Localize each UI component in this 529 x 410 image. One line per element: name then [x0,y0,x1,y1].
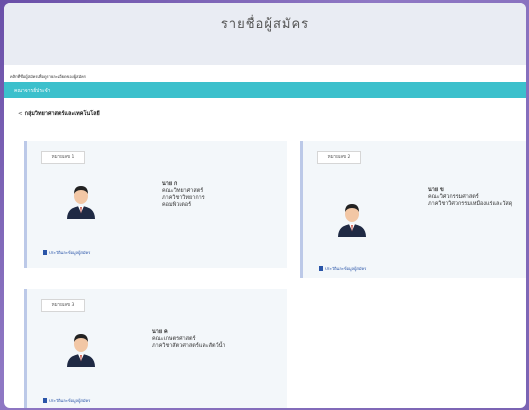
candidate-info: นาย ก คณะวิทยาศาสตร์ ภาควิชาวิทยาการคอมพ… [162,181,282,209]
candidate-name: นาย ก [162,181,178,187]
candidate-detail-link-label: ประวัติและข้อมูลผู้สมัคร [49,398,91,403]
avatar [338,204,366,237]
page-frame: รายชื่อผู้สมัคร คลิกที่ชื่อผู้สมัครเพื่อ… [4,3,526,408]
share-icon: < [18,111,23,117]
candidate-number-badge: หมายเลข 1 [41,151,85,164]
document-icon [43,398,47,403]
document-icon [319,266,323,271]
document-icon [43,250,47,255]
section-bar: คณาจารย์ประจำ [4,82,526,98]
candidate-detail-link[interactable]: ประวัติและข้อมูลผู้สมัคร [319,265,366,272]
candidate-faculty: คณะวิทยาศาสตร์ [162,188,204,194]
candidate-number-badge: หมายเลข 3 [41,299,85,312]
candidate-detail-link[interactable]: ประวัติและข้อมูลผู้สมัคร [43,397,90,404]
candidate-info: นาย ข คณะวิศวกรรมศาสตร์ ภาควิชาวิศวกรรมเ… [428,187,526,208]
group-label: กลุ่มวิทยาศาสตร์และเทคโนโลยี [24,111,100,117]
candidate-department: ภาควิชาวิทยาการคอมพิวเตอร์ [162,195,205,208]
candidate-number-badge: หมายเลข 2 [317,151,361,164]
candidate-department: ภาควิชาสัตวศาสตร์และสัตว์น้ำ [152,343,226,349]
candidate-card[interactable]: หมายเลข 3 นาย ค คณะเกษตรศาสตร์ ภาควิชาสั… [24,289,287,408]
candidate-card[interactable]: หมายเลข 1 นาย ก คณะวิทยาศาสตร์ ภาควิชาวิ… [24,141,287,268]
candidate-faculty: คณะวิศวกรรมศาสตร์ [428,194,479,200]
section-label: คณาจารย์ประจำ [14,88,51,94]
candidate-name: นาย ค [152,329,168,335]
candidate-info: นาย ค คณะเกษตรศาสตร์ ภาควิชาสัตวศาสตร์แล… [152,329,282,350]
group-heading: < กลุ่มวิทยาศาสตร์และเทคโนโลยี [4,98,526,118]
candidate-detail-link-label: ประวัติและข้อมูลผู้สมัคร [49,250,91,255]
candidate-faculty: คณะเกษตรศาสตร์ [152,336,196,342]
candidate-name: นาย ข [428,187,444,193]
candidate-card[interactable]: หมายเลข 2 นาย ข คณะวิศวกรรมศาสตร์ ภาควิช… [300,141,526,278]
avatar [67,186,95,219]
candidate-detail-link-label: ประวัติและข้อมูลผู้สมัคร [325,266,367,271]
page-title: รายชื่อผู้สมัคร [220,17,310,32]
candidate-detail-link[interactable]: ประวัติและข้อมูลผู้สมัคร [43,249,90,256]
instruction-text: คลิกที่ชื่อผู้สมัครเพื่อดูรายละเอียดของผ… [10,74,86,79]
avatar [67,334,95,367]
page-header: รายชื่อผู้สมัคร [4,3,526,65]
candidate-department: ภาควิชาวิศวกรรมเหมืองแร่และวัสดุ [428,201,513,207]
